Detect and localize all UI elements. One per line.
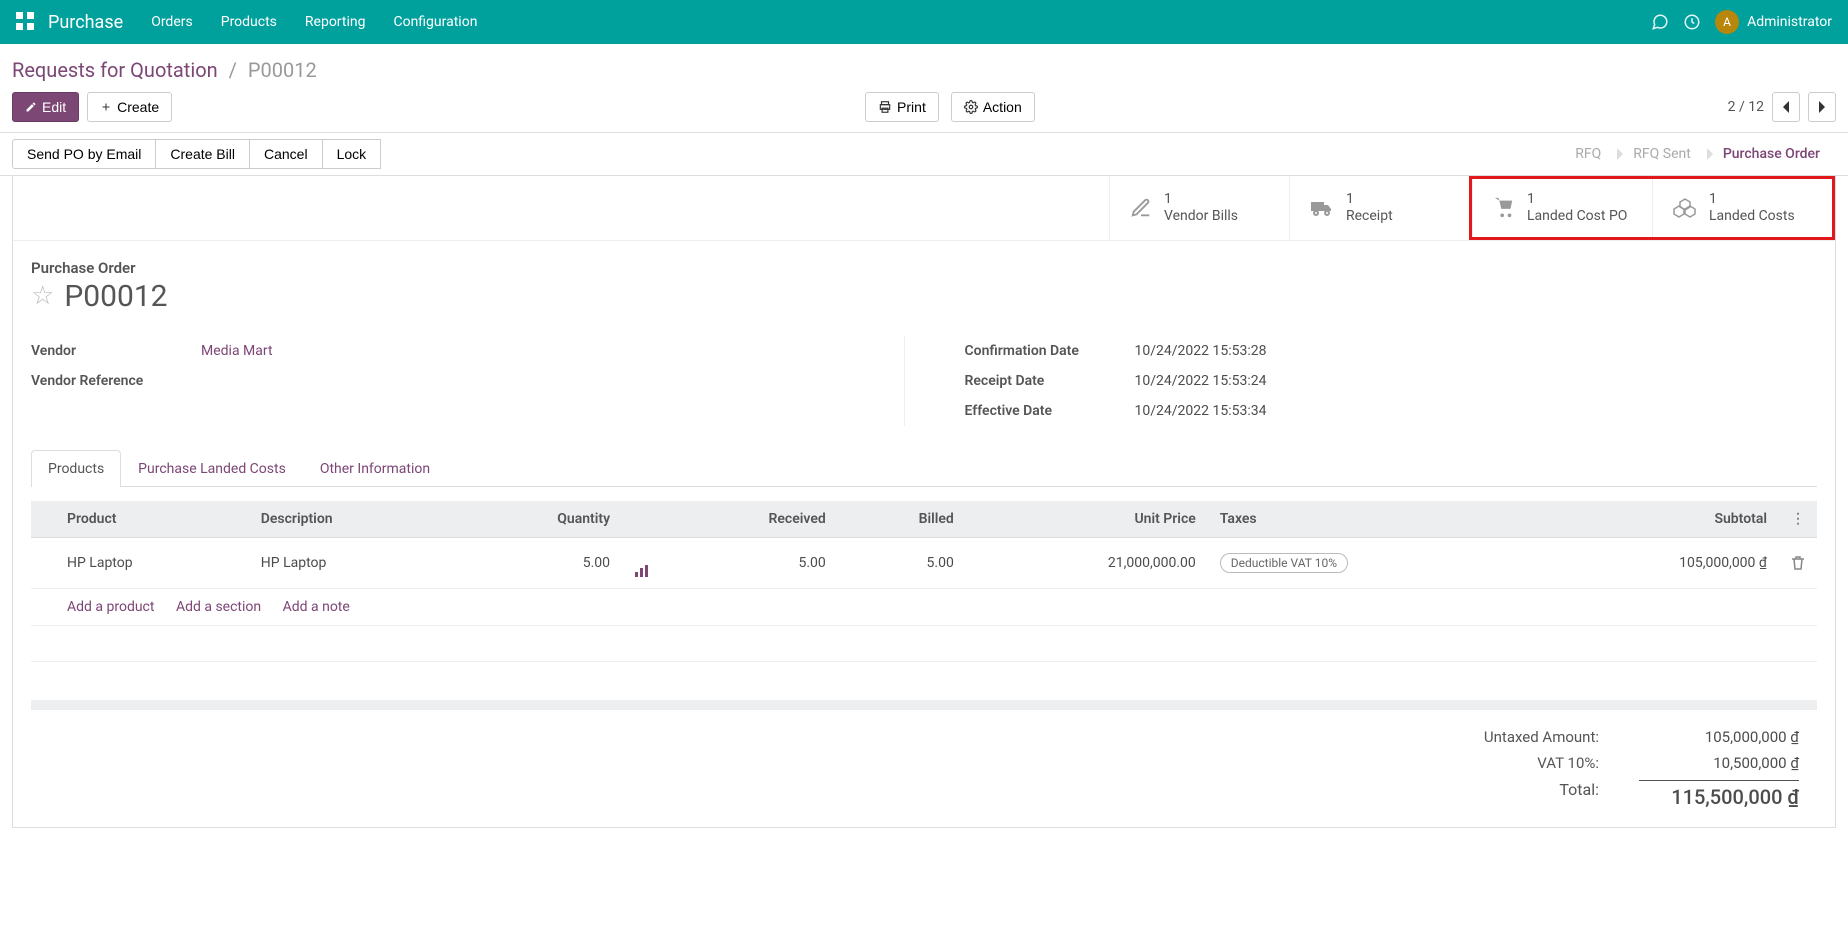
tab-products[interactable]: Products <box>31 450 121 487</box>
col-product: Product <box>55 501 249 538</box>
col-description: Description <box>249 501 456 538</box>
col-quantity: Quantity <box>456 501 622 538</box>
add-section-link[interactable]: Add a section <box>176 599 261 615</box>
cell-description: HP Laptop <box>249 537 456 588</box>
stage-rfq[interactable]: RFQ <box>1559 140 1617 168</box>
cell-unit-price: 21,000,000.00 <box>966 537 1208 588</box>
stage-rfq-sent[interactable]: RFQ Sent <box>1617 140 1707 168</box>
total-value: 115,500,000 ₫ <box>1639 780 1799 809</box>
add-note-link[interactable]: Add a note <box>283 599 350 615</box>
send-po-email-button[interactable]: Send PO by Email <box>12 139 156 169</box>
favorite-star-icon[interactable]: ☆ <box>31 281 54 311</box>
columns-kebab-icon[interactable]: ⋮ <box>1791 511 1805 527</box>
cell-product: HP Laptop <box>55 537 249 588</box>
stat-highlight-group: 1Landed Cost PO 1Landed Costs <box>1469 176 1835 240</box>
vendor-label: Vendor <box>31 343 201 359</box>
vendor-value[interactable]: Media Mart <box>201 343 884 359</box>
receipt-date-value: 10/24/2022 15:53:24 <box>1135 373 1818 389</box>
stat-landed-cost-po[interactable]: 1Landed Cost PO <box>1472 179 1652 237</box>
user-menu[interactable]: A Administrator <box>1715 10 1832 34</box>
create-button[interactable]: Create <box>87 92 172 122</box>
nav-reporting[interactable]: Reporting <box>305 14 366 30</box>
breadcrumb-sep: / <box>229 58 237 82</box>
stat-buttons: 1Vendor Bills 1Receipt 1Landed Cost PO 1… <box>13 176 1835 241</box>
effective-date-value: 10/24/2022 15:53:34 <box>1135 403 1818 419</box>
vat-label: VAT 10%: <box>1419 754 1599 772</box>
untaxed-value: 105,000,000 ₫ <box>1639 728 1799 746</box>
user-name: Administrator <box>1747 14 1832 30</box>
table-row[interactable]: HP Laptop HP Laptop 5.00 5.00 5.00 21,00… <box>31 537 1817 588</box>
action-button[interactable]: Action <box>951 92 1035 122</box>
apps-icon[interactable] <box>16 12 36 32</box>
tab-purchase-landed-costs[interactable]: Purchase Landed Costs <box>121 450 303 487</box>
stat-receipt[interactable]: 1Receipt <box>1289 176 1469 240</box>
app-brand[interactable]: Purchase <box>48 12 123 33</box>
create-bill-button[interactable]: Create Bill <box>155 139 250 169</box>
avatar: A <box>1715 10 1739 34</box>
truck-icon <box>1310 198 1334 218</box>
pager-next[interactable] <box>1808 92 1836 122</box>
boxes-icon <box>1673 197 1697 219</box>
top-nav: Purchase Orders Products Reporting Confi… <box>0 0 1848 44</box>
record-heading: Purchase Order <box>31 259 1817 277</box>
total-label: Total: <box>1419 780 1599 809</box>
stage-purchase-order[interactable]: Purchase Order <box>1707 140 1836 168</box>
tabs: Products Purchase Landed Costs Other Inf… <box>31 450 1817 487</box>
print-button[interactable]: Print <box>865 92 939 122</box>
cart-icon <box>1493 197 1515 219</box>
add-product-link[interactable]: Add a product <box>67 599 154 615</box>
nav-configuration[interactable]: Configuration <box>393 14 477 30</box>
record-name: P00012 <box>64 279 167 314</box>
confirm-date-value: 10/24/2022 15:53:28 <box>1135 343 1818 359</box>
nav-orders[interactable]: Orders <box>151 14 193 30</box>
totals: Untaxed Amount: 105,000,000 ₫ VAT 10%: 1… <box>13 710 1835 827</box>
edit-button[interactable]: Edit <box>12 92 79 122</box>
lock-button[interactable]: Lock <box>322 139 382 169</box>
vat-value: 10,500,000 ₫ <box>1639 754 1799 772</box>
stat-landed-costs[interactable]: 1Landed Costs <box>1652 179 1832 237</box>
confirm-date-label: Confirmation Date <box>965 343 1135 359</box>
cell-received: 5.00 <box>662 537 838 588</box>
cell-quantity: 5.00 <box>456 537 622 588</box>
cell-billed: 5.00 <box>838 537 966 588</box>
activity-icon[interactable] <box>1683 13 1701 31</box>
vendor-ref-value <box>201 373 884 389</box>
add-links: Add a product Add a section Add a note <box>55 588 1817 625</box>
tab-other-information[interactable]: Other Information <box>303 450 447 487</box>
form-sheet: 1Vendor Bills 1Receipt 1Landed Cost PO 1… <box>12 175 1836 828</box>
order-lines-table: Product Description Quantity Received Bi… <box>31 501 1817 662</box>
breadcrumb: Requests for Quotation / P00012 <box>12 58 1836 82</box>
col-unit-price: Unit Price <box>966 501 1208 538</box>
vendor-ref-label: Vendor Reference <box>31 373 201 389</box>
control-panel: Requests for Quotation / P00012 Edit Cre… <box>0 44 1848 122</box>
delete-row-icon[interactable] <box>1791 555 1805 571</box>
messaging-icon[interactable] <box>1651 13 1669 31</box>
pager-text: 2 / 12 <box>1728 99 1764 115</box>
untaxed-label: Untaxed Amount: <box>1419 728 1599 746</box>
pencil-note-icon <box>1130 197 1152 219</box>
separator <box>31 700 1817 710</box>
col-billed: Billed <box>838 501 966 538</box>
breadcrumb-current: P00012 <box>248 58 317 82</box>
status-stages: RFQ RFQ Sent Purchase Order <box>1559 140 1836 168</box>
breadcrumb-parent[interactable]: Requests for Quotation <box>12 58 218 82</box>
col-subtotal: Subtotal <box>1537 501 1779 538</box>
nav-products[interactable]: Products <box>221 14 277 30</box>
forecast-chart-icon[interactable] <box>634 564 650 578</box>
status-bar: Send PO by Email Create Bill Cancel Lock… <box>0 132 1848 176</box>
receipt-date-label: Receipt Date <box>965 373 1135 389</box>
effective-date-label: Effective Date <box>965 403 1135 419</box>
pager-prev[interactable] <box>1772 92 1800 122</box>
tax-badge: Deductible VAT 10% <box>1220 553 1348 573</box>
pager: 2 / 12 <box>1728 92 1836 122</box>
stat-vendor-bills[interactable]: 1Vendor Bills <box>1109 176 1289 240</box>
cancel-button[interactable]: Cancel <box>249 139 323 169</box>
col-received: Received <box>662 501 838 538</box>
cell-subtotal: 105,000,000 ₫ <box>1537 537 1779 588</box>
col-taxes: Taxes <box>1208 501 1537 538</box>
